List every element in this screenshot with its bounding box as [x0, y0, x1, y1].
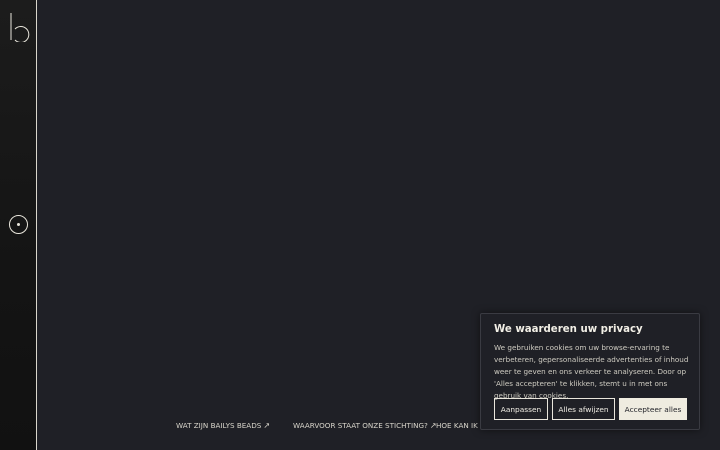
customize-button[interactable]: Aanpassen [494, 398, 548, 420]
accept-all-button[interactable]: Accepteer alles [619, 398, 687, 420]
logo-icon[interactable] [8, 12, 30, 43]
reject-all-button[interactable]: Alles afwijzen [552, 398, 615, 420]
nav-link-wat-zijn-bailys-beads[interactable]: WAT ZIJN BAILYS BEADS ↗ [176, 421, 270, 430]
sidebar [0, 0, 37, 450]
nav-link-label: WAT ZIJN BAILYS BEADS [176, 421, 262, 430]
arrow-up-right-icon: ↗ [263, 421, 271, 430]
cookie-consent-dialog: We waarderen uw privacy We gebruiken coo… [480, 313, 700, 430]
menu-button[interactable] [9, 215, 28, 234]
nav-link-waarvoor-staat-onze-stichting[interactable]: WAARVOOR STAAT ONZE STICHTING? ↗ [293, 421, 437, 430]
cookie-description: We gebruiken cookies om uw browse-ervari… [494, 343, 689, 400]
circle-dot-icon [17, 223, 20, 226]
nav-link-label: WAARVOOR STAAT ONZE STICHTING? [293, 421, 428, 430]
cookie-title: We waarderen uw privacy [494, 324, 643, 335]
